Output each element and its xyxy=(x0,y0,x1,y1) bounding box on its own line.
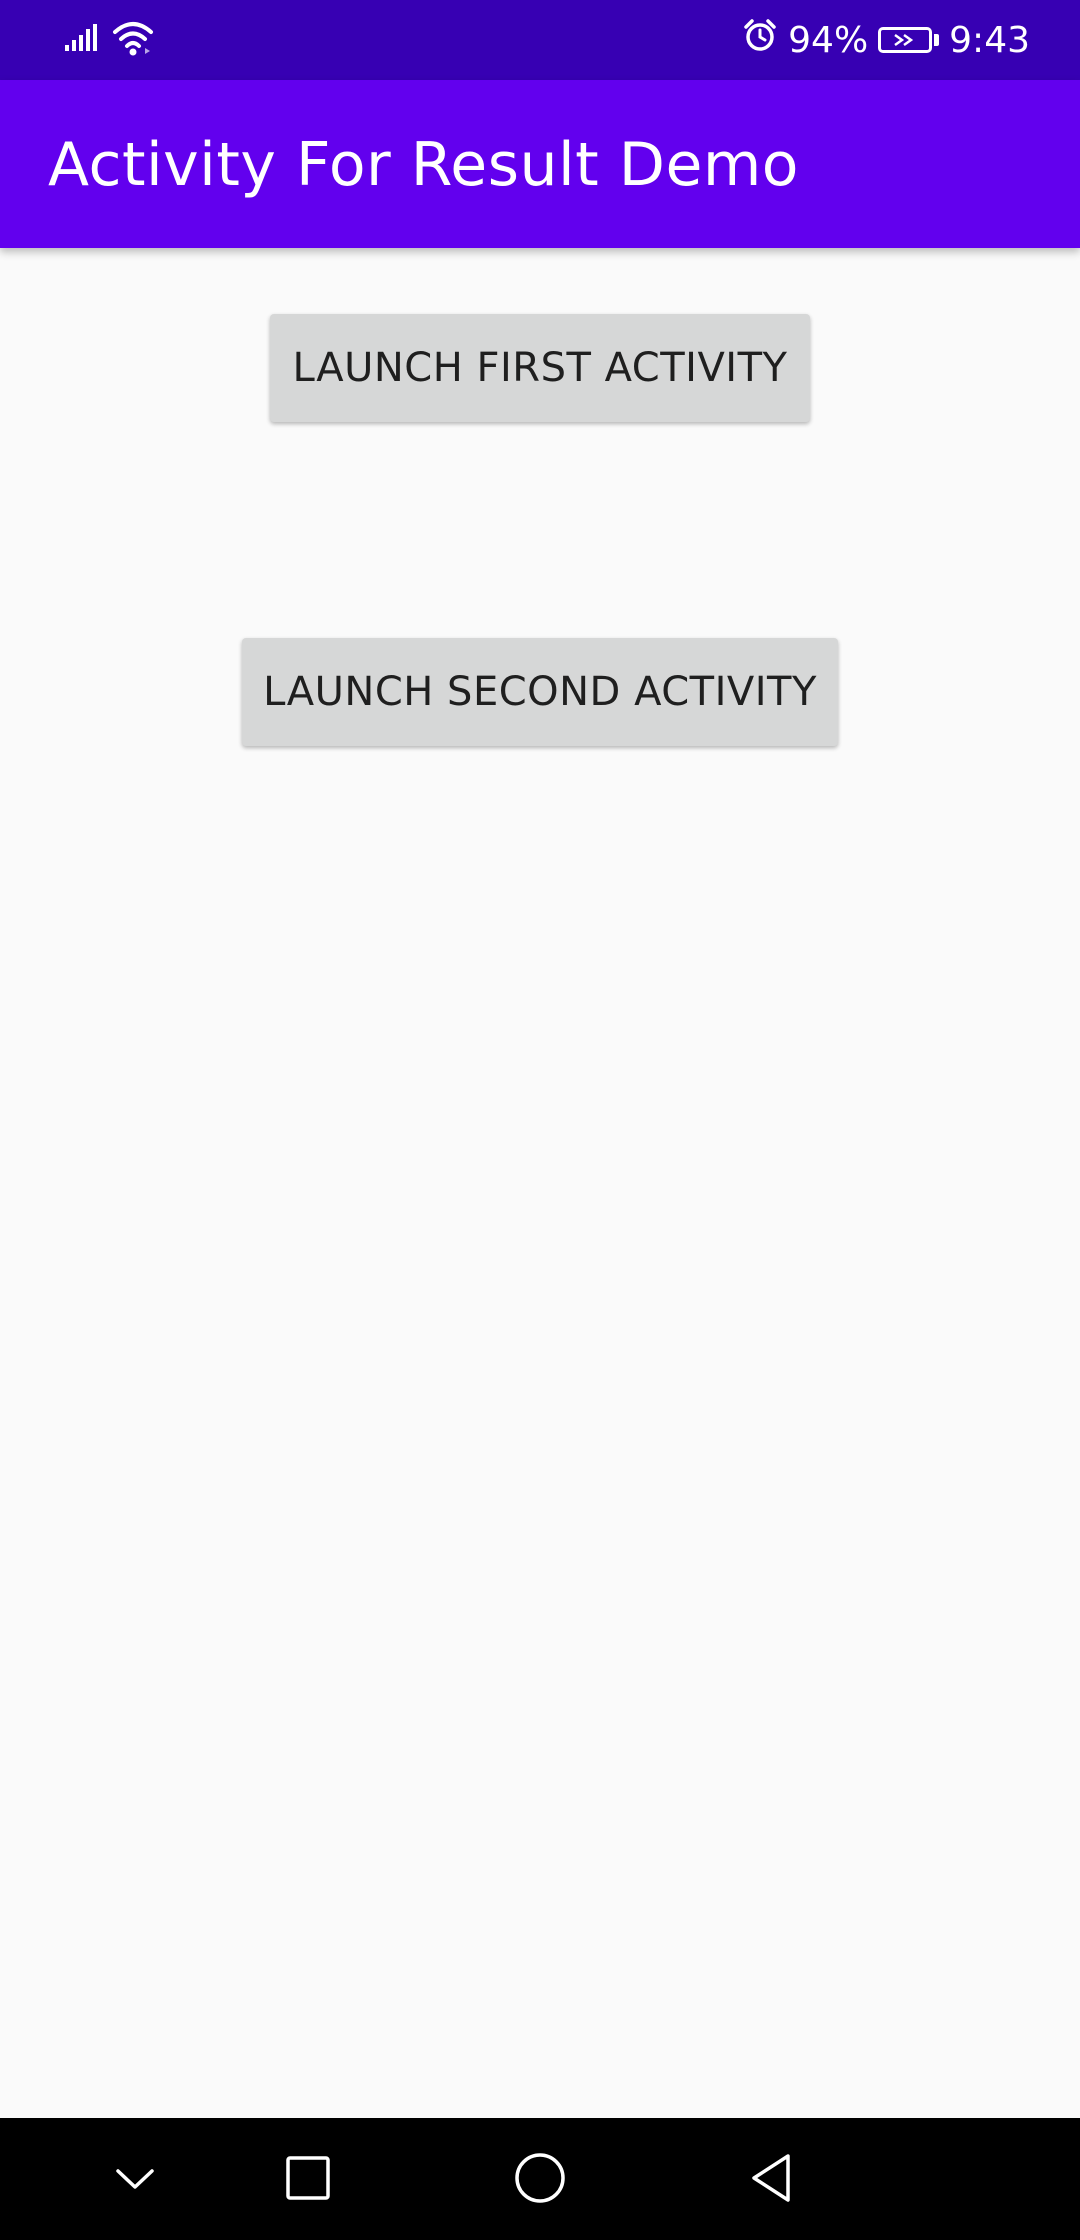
battery-icon xyxy=(878,27,940,53)
recents-square-icon[interactable] xyxy=(268,2138,348,2218)
page-title: Activity For Result Demo xyxy=(48,130,800,200)
signal-icon xyxy=(64,23,100,58)
app-bar: Activity For Result Demo xyxy=(0,80,1080,248)
clock: 9:43 xyxy=(949,19,1030,61)
alarm-icon xyxy=(742,18,778,63)
status-left-icons xyxy=(64,18,154,62)
status-right-icons: 94% 9:43 xyxy=(742,14,1030,66)
wifi-icon xyxy=(112,20,154,61)
navigation-bar xyxy=(0,2118,1080,2240)
back-triangle-icon[interactable] xyxy=(730,2138,810,2218)
launch-second-activity-button[interactable]: LAUNCH SECOND ACTIVITY xyxy=(242,638,838,746)
launch-first-activity-button[interactable]: LAUNCH FIRST ACTIVITY xyxy=(270,314,810,422)
home-circle-icon[interactable] xyxy=(500,2138,580,2218)
status-bar: 94% 9:43 xyxy=(0,0,1080,80)
chevron-down-icon[interactable] xyxy=(95,2138,175,2218)
battery-percent: 94% xyxy=(788,19,869,61)
